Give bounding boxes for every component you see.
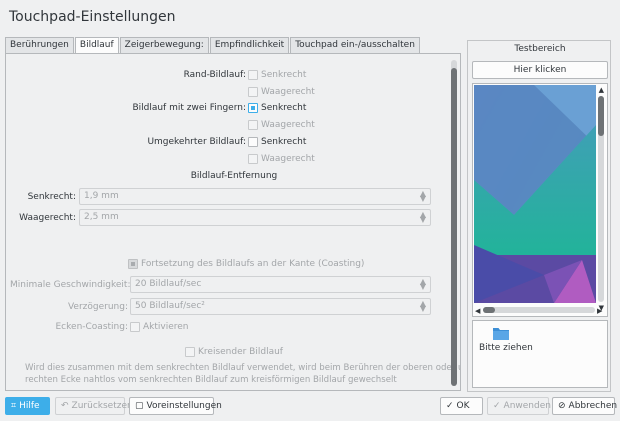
spin-arrows-icon: ▲ ▼ <box>419 210 426 224</box>
reset-button[interactable]: ↶ Zurücksetzen <box>55 397 133 415</box>
check-icon: ✓ <box>446 401 454 411</box>
vertical-distance-spinbox[interactable]: 1,9 mm ▲ ▼ <box>79 188 431 205</box>
wallpaper-image <box>474 85 596 303</box>
test-area-title: Testbereich <box>514 44 566 54</box>
reverse-vertical-checkbox[interactable]: Senkrecht <box>248 135 306 149</box>
tab-empfindlichkeit[interactable]: Empfindlichkeit <box>209 37 290 53</box>
checkbox-box <box>248 103 258 113</box>
checkbox-box <box>185 347 195 357</box>
defaults-button[interactable]: ▢ Voreinstellungen <box>129 397 222 415</box>
horizontal-distance-label: Waagerecht: <box>19 213 76 223</box>
image-horizontal-scrollbar[interactable] <box>483 307 595 313</box>
two-finger-label: Bildlauf mit zwei Fingern: <box>132 103 246 113</box>
edge-horizontal-checkbox[interactable]: Waagerecht <box>248 85 315 99</box>
coasting-checkbox[interactable]: Fortsetzung des Bildlaufs an der Kante (… <box>128 257 364 271</box>
scrollbar-thumb[interactable] <box>451 68 457 386</box>
help-button[interactable]: ⌗ Hilfe <box>5 397 50 415</box>
folder-icon[interactable] <box>493 327 509 340</box>
drag-label: Bitte ziehen <box>479 343 533 353</box>
distance-heading: Bildlauf-Entfernung <box>190 171 278 181</box>
test-image-view[interactable]: ▲ ▼ ◀ ▶ <box>472 83 608 317</box>
checkbox-box <box>248 137 258 147</box>
cancel-icon: ⊘ <box>558 401 566 411</box>
ok-button[interactable]: ✓ OK <box>440 397 483 415</box>
check-icon: ✓ <box>493 401 501 411</box>
apply-button[interactable]: ✓ Anwenden <box>487 397 551 415</box>
spin-arrows-icon: ▲ ▼ <box>419 277 426 291</box>
circular-description-line2: rechten Ecke nahtlos vom senkrechten Bil… <box>25 375 397 385</box>
drag-area[interactable]: Bitte ziehen <box>472 320 608 388</box>
panel-vertical-scrollbar[interactable] <box>451 60 457 386</box>
reverse-horizontal-checkbox[interactable]: Waagerecht <box>248 152 315 166</box>
checkbox-box <box>248 70 258 80</box>
edge-scroll-label: Rand-Bildlauf: <box>183 70 246 80</box>
deceleration-label: Verzögerung: <box>67 302 128 312</box>
scrolling-panel: Rand-Bildlauf: Senkrecht Waagerecht Bild… <box>5 53 461 391</box>
deceleration-spinbox[interactable]: 50 Bildlauf/sec² ▲ ▼ <box>130 298 431 315</box>
tab-bildlauf[interactable]: Bildlauf <box>74 37 119 54</box>
scroll-up-icon[interactable]: ▲ <box>599 86 604 94</box>
window-title: Touchpad-Einstellungen <box>9 9 176 25</box>
undo-icon: ↶ <box>61 401 69 411</box>
help-icon: ⌗ <box>11 401 17 411</box>
min-speed-spinbox[interactable]: 20 Bildlauf/sec ▲ ▼ <box>130 276 431 293</box>
scrollbar-thumb[interactable] <box>483 307 495 313</box>
spin-arrows-icon: ▲ ▼ <box>419 189 426 203</box>
tab-touchpad-toggle[interactable]: Touchpad ein-/ausschalten <box>290 37 420 53</box>
checkbox-box <box>248 87 258 97</box>
circular-description-line1: Wird dies zusammen mit dem senkrechten B… <box>25 363 461 373</box>
corner-coasting-label: Ecken-Coasting: <box>55 322 129 332</box>
min-speed-label: Minimale Geschwindigkeit: <box>10 280 131 290</box>
corner-coasting-checkbox[interactable]: Aktivieren <box>130 320 189 334</box>
tab-zeigerbewegung[interactable]: Zeigerbewegung: <box>119 37 209 53</box>
tab-bar: Berührungen Bildlauf Zeigerbewegung: Emp… <box>5 37 421 54</box>
scroll-left-icon[interactable]: ◀ <box>475 307 480 315</box>
reverse-scroll-label: Umgekehrter Bildlauf: <box>147 137 246 147</box>
vertical-distance-label: Senkrecht: <box>27 192 76 202</box>
scrollbar-thumb[interactable] <box>598 96 604 136</box>
edge-vertical-checkbox[interactable]: Senkrecht <box>248 68 306 82</box>
image-vertical-scrollbar[interactable] <box>598 96 604 302</box>
checkbox-box <box>130 322 140 332</box>
checkbox-box <box>248 154 258 164</box>
circular-scroll-checkbox[interactable]: Kreisender Bildlauf <box>185 345 283 359</box>
click-here-button[interactable]: Hier klicken <box>472 61 608 79</box>
spin-arrows-icon: ▲ ▼ <box>419 299 426 313</box>
document-icon: ▢ <box>135 401 144 411</box>
checkbox-box <box>128 259 138 269</box>
horizontal-distance-spinbox[interactable]: 2,5 mm ▲ ▼ <box>79 209 431 226</box>
two-finger-vertical-checkbox[interactable]: Senkrecht <box>248 101 306 115</box>
cancel-button[interactable]: ⊘ Abbrechen <box>552 397 617 415</box>
scroll-right-icon[interactable]: ▶ <box>597 307 602 315</box>
checkbox-box <box>248 120 258 130</box>
test-area: Testbereich Hier klicken ▲ ▼ ◀ ▶ Bitte z… <box>467 40 611 392</box>
two-finger-horizontal-checkbox[interactable]: Waagerecht <box>248 118 315 132</box>
tab-beruehrungen[interactable]: Berührungen <box>5 37 74 53</box>
